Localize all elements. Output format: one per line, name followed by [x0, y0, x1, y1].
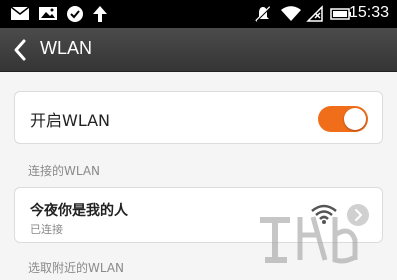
signal-icon: [306, 5, 323, 22]
check-circle-icon: [67, 6, 83, 22]
mail-icon: [10, 6, 30, 20]
wifi-icon: [281, 6, 301, 21]
mute-icon: [255, 6, 272, 22]
network-name: 今夜你是我的人: [30, 203, 128, 219]
nearby-section-header: 选取附近的WLAN: [28, 261, 125, 275]
page-title: WLAN: [40, 38, 93, 58]
status-time: 15:33: [348, 4, 389, 21]
upload-arrow-icon: [93, 6, 107, 22]
toggle-knob: [344, 108, 366, 130]
title-bar: WLAN: [0, 28, 397, 72]
wlan-toggle-label: 开启WLAN: [30, 111, 111, 130]
watermark-logo: [260, 216, 358, 264]
status-bar: 15:33: [0, 0, 397, 28]
wlan-toggle-switch[interactable]: [318, 106, 368, 132]
wlan-toggle-row[interactable]: 开启WLAN: [14, 91, 383, 144]
chevron-left-icon[interactable]: [8, 37, 34, 63]
network-status: 已连接: [30, 223, 63, 236]
connected-section-header: 连接的WLAN: [28, 164, 101, 178]
image-icon: [39, 7, 57, 20]
